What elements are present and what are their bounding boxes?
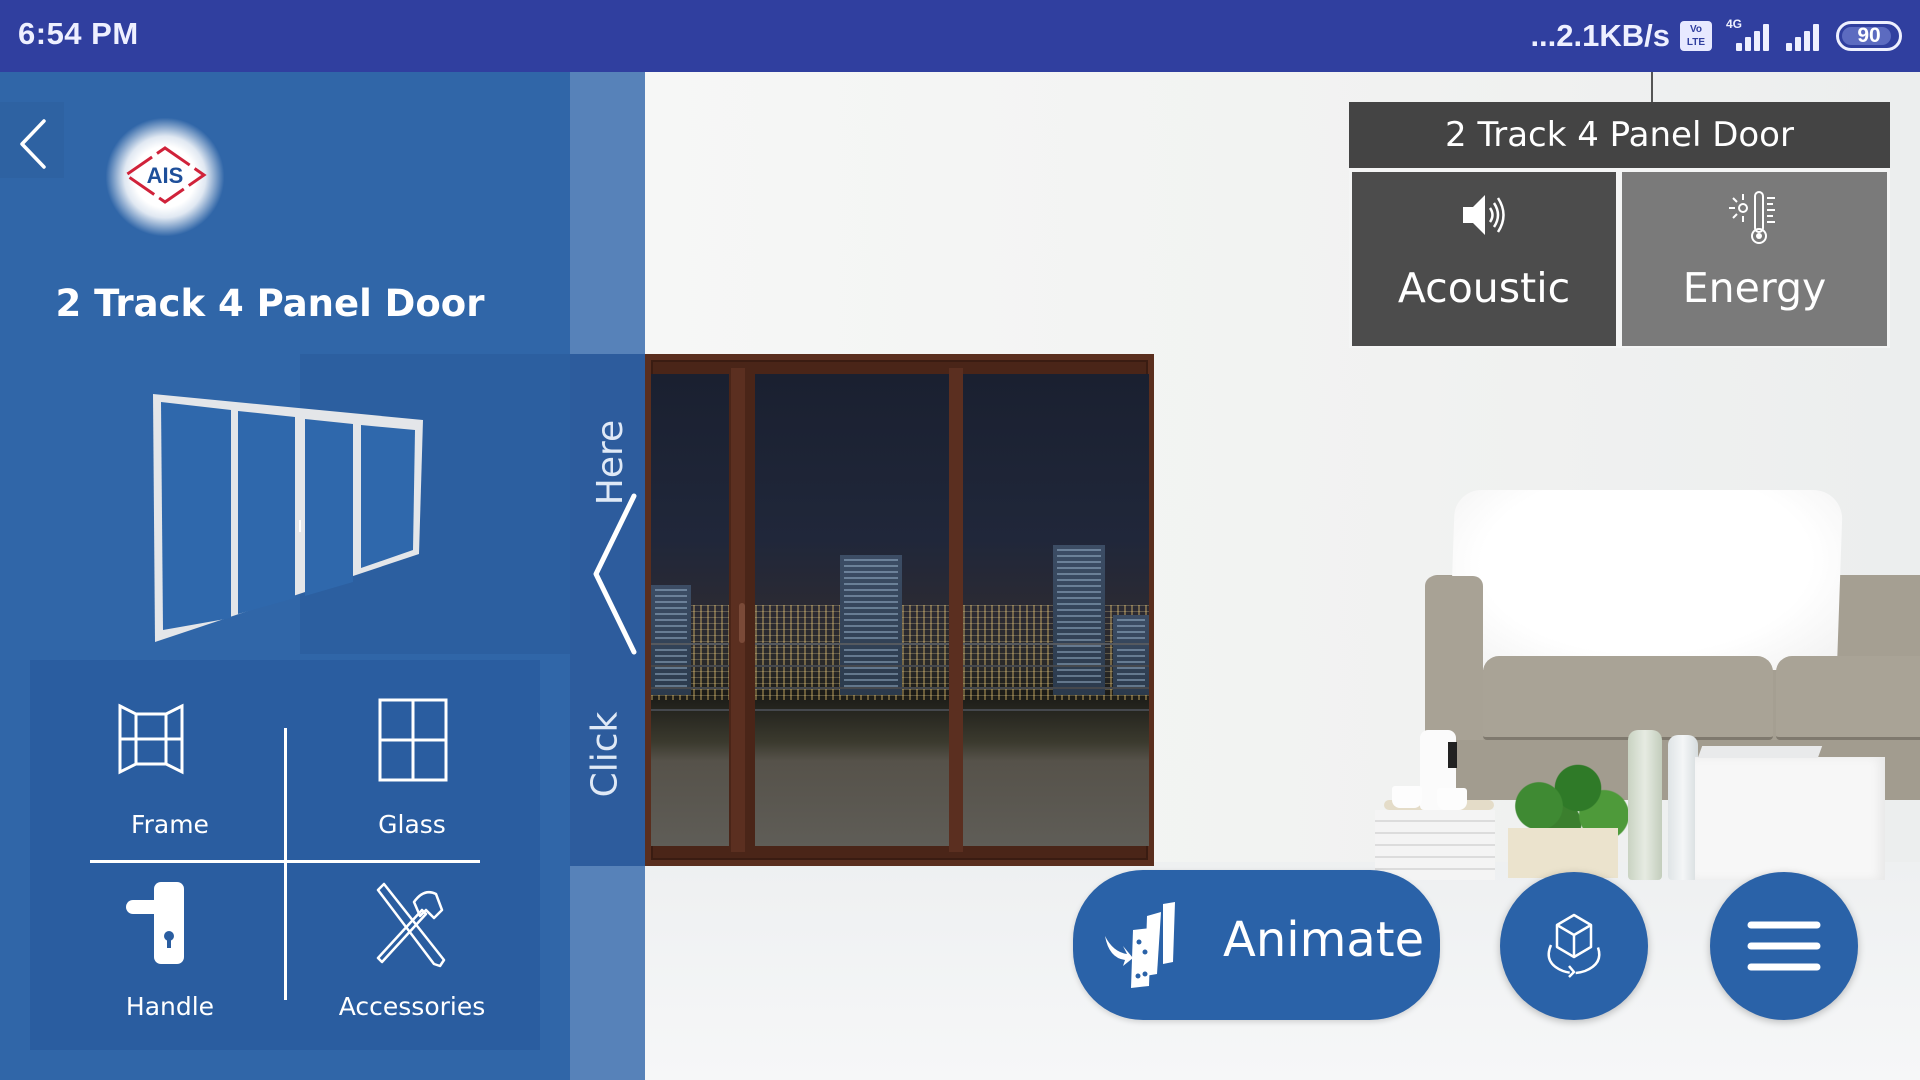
grid-divider: [284, 728, 287, 1000]
option-handle-label: Handle: [125, 992, 215, 1021]
planter: [1508, 828, 1618, 878]
options-grid: Frame Glass Handle Accessories: [30, 660, 540, 1050]
tools-icon: [376, 882, 446, 968]
back-button[interactable]: [0, 102, 64, 178]
door-pane: [963, 374, 1149, 846]
battery-level: 90: [1857, 24, 1881, 47]
energy-button[interactable]: Energy: [1622, 172, 1887, 346]
volte-icon: Vo LTE: [1680, 21, 1712, 51]
cup: [1392, 786, 1422, 808]
option-handle[interactable]: Handle: [50, 872, 290, 1062]
info-panel: 2 Track 4 Panel Door Acoustic Energy: [1349, 102, 1890, 348]
door-handle: [739, 603, 745, 643]
status-bar: 6:54 PM ...2.1KB/s Vo LTE 4G 90: [0, 0, 1920, 72]
thermometer-sun-icon: [1728, 191, 1775, 244]
grid-divider: [90, 860, 480, 863]
ais-logo: AIS: [105, 117, 225, 237]
config-panel: AIS 2 Track 4 Panel Door Frame Glass Han…: [0, 72, 570, 1080]
signal-4g-icon: 4G: [1722, 17, 1772, 53]
books: [1375, 810, 1495, 880]
option-accessories[interactable]: Accessories: [292, 872, 532, 1062]
battery-icon: 90: [1836, 21, 1902, 51]
logo-text: AIS: [147, 163, 184, 188]
door-mullion: [949, 368, 963, 852]
volte-top: Vo: [1689, 24, 1703, 35]
view-3d-button[interactable]: [1500, 872, 1648, 1020]
product-title: 2 Track 4 Panel Door: [55, 282, 485, 325]
speaker-icon: [1463, 195, 1505, 235]
pillow: [1448, 490, 1844, 670]
network-speed: ...2.1KB/s: [1530, 18, 1670, 53]
chevron-left-icon: [593, 493, 637, 655]
status-icons: ...2.1KB/s Vo LTE 4G 90: [1530, 14, 1902, 58]
door-preview: [153, 394, 423, 642]
glass-icon: [378, 698, 448, 782]
option-frame-label: Frame: [131, 810, 209, 839]
option-accessories-label: Accessories: [338, 992, 486, 1021]
energy-label: Energy: [1682, 264, 1827, 312]
cup: [1437, 788, 1467, 810]
bottle: [1628, 730, 1662, 880]
option-glass[interactable]: Glass: [292, 680, 532, 870]
door-pane: [755, 374, 949, 846]
status-time: 6:54 PM: [18, 16, 139, 51]
toggle-panel-strip[interactable]: Here Click: [570, 72, 645, 1080]
rotate-3d-icon: [1547, 913, 1601, 978]
signal-icon: [1782, 19, 1826, 53]
acoustic-button[interactable]: Acoustic: [1352, 172, 1616, 346]
hamburger-menu-icon: [1747, 921, 1821, 971]
bottle: [1668, 735, 1698, 880]
menu-button[interactable]: [1710, 872, 1858, 1020]
option-glass-label: Glass: [378, 810, 446, 839]
acoustic-label: Acoustic: [1397, 264, 1571, 312]
magazine: [1697, 746, 1823, 758]
info-title: 2 Track 4 Panel Door: [1349, 102, 1890, 168]
network-type: 4G: [1726, 17, 1743, 31]
side-table: [1695, 757, 1885, 880]
option-frame[interactable]: Frame: [50, 680, 290, 870]
door-pane: [651, 374, 729, 846]
door-visualization[interactable]: [645, 354, 1154, 866]
animate-button[interactable]: Animate: [1073, 870, 1440, 1020]
frame-icon: [118, 703, 184, 775]
connector-line: [1651, 72, 1653, 102]
animate-label: Animate: [1223, 912, 1425, 968]
strip-text-click: Click: [584, 711, 626, 798]
handle-icon: [126, 882, 184, 964]
volte-bottom: LTE: [1686, 37, 1706, 48]
dominoes-icon: [1105, 902, 1175, 988]
chevron-left-icon: [20, 119, 46, 169]
